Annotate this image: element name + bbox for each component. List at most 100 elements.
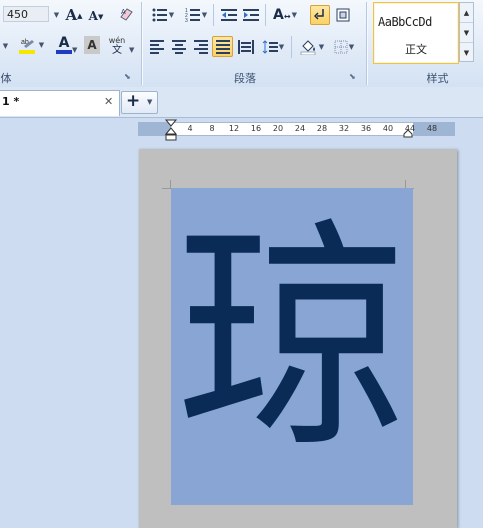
divider (265, 4, 266, 26)
indent-marker-icon (164, 119, 178, 141)
shrink-font-icon: A (88, 9, 98, 23)
ruler-tick-label: 36 (360, 124, 372, 133)
font-color-swatch (56, 49, 72, 54)
new-tab-button[interactable]: + ▼ (121, 91, 158, 114)
style-gallery-scroller: ▲ ▼ ▼ (459, 2, 474, 62)
plus-icon: + (126, 91, 141, 111)
border-box-icon (336, 8, 350, 22)
align-center-button[interactable] (170, 37, 188, 57)
shrink-font-button[interactable]: A ▼ (87, 6, 105, 26)
font-color-icon: A (58, 34, 70, 51)
align-right-button[interactable] (192, 37, 210, 57)
chevron-down-icon: ▼ (201, 11, 208, 19)
decrease-indent-button[interactable] (219, 5, 239, 25)
phonetic-guide-button[interactable]: wén 文 (106, 36, 128, 56)
distributed-icon (238, 40, 254, 54)
chevron-down-icon: ▼ (38, 41, 45, 49)
line-spacing-icon (262, 40, 278, 54)
style-gallery-item-normal[interactable]: AaBbCcDd 正文 (373, 2, 459, 64)
gallery-scroll-down-button[interactable]: ▼ (460, 23, 473, 43)
distributed-button[interactable] (236, 37, 256, 57)
ruler-tick-label: 48 (426, 124, 438, 133)
font-size-input[interactable]: 450 (3, 6, 49, 22)
align-left-button[interactable] (148, 37, 166, 57)
ruler-tick-label: 16 (250, 124, 262, 133)
text-direction-icon: A↔ (273, 7, 291, 23)
char-shading-icon: A (87, 38, 97, 52)
ruler-tick-label: 24 (294, 124, 306, 133)
phonetic-guide-dropdown[interactable]: ▼ (128, 42, 134, 55)
chevron-down-icon: ▼ (129, 46, 135, 54)
borders-button[interactable]: ▼ (330, 37, 358, 57)
chevron-down-icon: ▼ (348, 43, 355, 51)
ruler-tick-label: 40 (382, 124, 394, 133)
right-indent-marker[interactable] (403, 128, 413, 141)
close-tab-icon[interactable]: ✕ (104, 95, 113, 108)
right-indent-icon (403, 129, 413, 138)
justify-button[interactable] (212, 36, 233, 57)
svg-text:A: A (121, 9, 126, 16)
highlighter-icon: ab (18, 39, 35, 54)
crop-mark (162, 180, 171, 189)
styles-group-label: 样式 (426, 72, 449, 85)
document-tab[interactable]: 1 * ✕ (0, 90, 120, 116)
group-separator (366, 2, 367, 85)
line-spacing-button[interactable]: ▼ (259, 37, 287, 57)
paragraph-group-label: 段落 (234, 72, 256, 85)
font-dialog-launcher-icon[interactable]: ⬊ (124, 72, 131, 81)
justify-icon (215, 38, 230, 56)
divider (291, 36, 292, 58)
chevron-down-icon: ▼ (53, 11, 60, 19)
decrease-indent-icon (221, 9, 237, 21)
paragraph-dialog-launcher-icon[interactable]: ⬊ (349, 72, 356, 81)
text-direction-button[interactable]: A↔ ▼ (270, 5, 300, 25)
group-separator (141, 2, 142, 85)
ribbon: 450 ▼ A ▲ A ▼ A ▼ ab ▼ A ▼ A wén 文 ▼ 体 ⬊ ▼… (0, 0, 483, 88)
chevron-down-icon: ▼ (72, 46, 78, 54)
ruler-tick-label: 32 (338, 124, 350, 133)
highlight-button[interactable]: ab ▼ (16, 35, 46, 55)
ruler-tick-label: 8 (209, 124, 215, 133)
increase-indent-icon (243, 9, 259, 21)
chevron-down-icon: ▼ (147, 98, 153, 106)
align-left-icon (150, 38, 164, 56)
bullets-button[interactable]: ▼ (149, 5, 177, 25)
phonetic-guide-pinyin: wén (108, 36, 126, 45)
chevron-down-icon: ▼ (291, 11, 297, 19)
borders-shading-toggle-button[interactable] (333, 5, 353, 25)
large-character[interactable]: 琼 (171, 205, 412, 475)
phonetic-guide-char: 文 (112, 45, 122, 56)
font-more-dropdown[interactable]: ▼ (0, 36, 10, 56)
paint-bucket-icon (300, 40, 316, 55)
font-group-label: 体 (0, 72, 12, 85)
grow-font-button[interactable]: A ▲ (64, 5, 84, 25)
align-center-icon (172, 38, 186, 56)
bullet-list-icon (152, 8, 167, 22)
increase-indent-button[interactable] (241, 5, 261, 25)
numbering-button[interactable]: 123 ▼ (182, 5, 210, 25)
shading-button[interactable]: ▼ (297, 37, 327, 57)
chevron-down-icon: ▼ (318, 43, 325, 51)
font-size-dropdown[interactable]: ▼ (50, 5, 62, 25)
eraser-icon: A (120, 8, 133, 21)
chevron-down-icon: ▼ (2, 42, 9, 50)
style-name-label: 正文 (405, 43, 427, 56)
chevron-down-icon: ▼ (168, 11, 175, 19)
gallery-expand-button[interactable]: ▼ (460, 43, 473, 62)
clear-format-button[interactable]: A (116, 4, 136, 24)
ruler-tick-label: 28 (316, 124, 328, 133)
font-color-dropdown[interactable]: ▼ (71, 42, 77, 55)
document-tab-label: 1 * (2, 95, 20, 108)
align-right-icon (194, 38, 208, 56)
svg-text:3: 3 (185, 18, 188, 22)
ruler-tick-label: 4 (187, 124, 193, 133)
gallery-scroll-up-button[interactable]: ▲ (460, 3, 473, 23)
char-shading-button[interactable]: A (84, 36, 100, 54)
ruler-tick-label: 20 (272, 124, 284, 133)
divider (213, 4, 214, 26)
chevron-down-icon: ▼ (278, 43, 285, 51)
ruler-tick-label: 12 (228, 124, 240, 133)
paragraph-mark-icon (314, 9, 324, 20)
first-line-indent-marker[interactable] (164, 119, 178, 144)
show-marks-button[interactable] (310, 5, 330, 25)
